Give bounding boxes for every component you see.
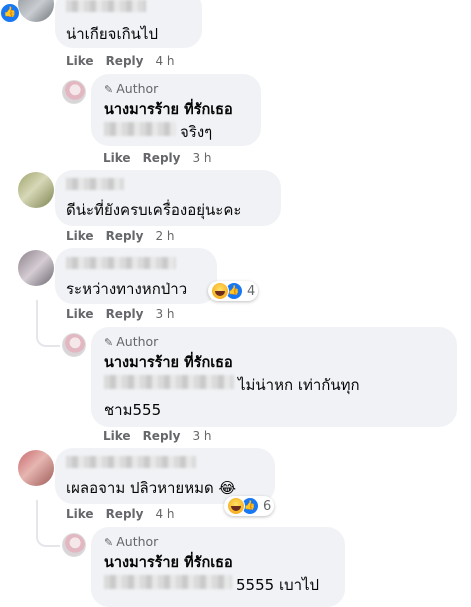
reply-actions: Like Reply 3 h [103, 151, 212, 165]
timestamp[interactable]: 4 h [155, 507, 174, 521]
thumbs-up-icon: 👍 [0, 2, 20, 23]
blurred-commenter-name [66, 178, 124, 190]
reply-author-name[interactable]: นางมารร้าย ที่รักเธอ [104, 551, 233, 574]
timestamp[interactable]: 2 h [155, 229, 174, 243]
timestamp[interactable]: 3 h [155, 307, 174, 321]
reply-link[interactable]: Reply [106, 229, 144, 243]
reply-text: จริงๆ [180, 123, 213, 141]
pencil-icon: ✎ [104, 336, 114, 349]
comment-actions: Like Reply 2 h [66, 229, 175, 243]
reaction-count: 4 [247, 283, 256, 299]
thread-connector [36, 300, 60, 347]
like-link[interactable]: Like [103, 151, 131, 165]
comment-actions: Like Reply 4 h [66, 54, 175, 68]
reaction-count: 6 [263, 498, 272, 514]
laughing-face-icon [211, 282, 229, 300]
timestamp[interactable]: 3 h [192, 151, 211, 165]
author-badge: ✎ Author [104, 534, 159, 549]
author-avatar[interactable] [62, 80, 86, 104]
reply-author-name[interactable]: นางมารร้าย ที่รักเธอ [104, 98, 233, 121]
reaction-summary[interactable]: 👍 6 [224, 496, 275, 516]
author-badge: ✎ Author [104, 81, 159, 96]
pencil-icon: ✎ [104, 536, 114, 549]
comment-text: เผลอจาม ปลิวหายหมด 😂 [66, 479, 237, 497]
like-link[interactable]: Like [103, 429, 131, 443]
author-avatar[interactable] [62, 333, 86, 357]
reply-author-name[interactable]: นางมารร้าย ที่รักเธอ [104, 351, 233, 374]
like-link[interactable]: Like [66, 229, 94, 243]
blurred-text [104, 375, 234, 389]
laughing-face-icon: 😂 [218, 479, 237, 497]
reply-link[interactable]: Reply [143, 429, 181, 443]
blurred-commenter-name [66, 456, 196, 468]
thread-connector [36, 500, 60, 547]
comment-text: น่าเกียจเกินไป [66, 25, 158, 43]
reply-link[interactable]: Reply [106, 54, 144, 68]
avatar[interactable] [18, 172, 54, 208]
author-badge: ✎ Author [104, 334, 159, 349]
laughing-face-icon [227, 497, 245, 515]
comment-text: ดีน่ะที่ยังครบเครื่องอยุ่นะคะ [66, 201, 242, 219]
timestamp[interactable]: 3 h [192, 429, 211, 443]
blurred-text [104, 575, 232, 589]
comment-actions: Like Reply 3 h [66, 307, 175, 321]
blurred-commenter-name [66, 0, 146, 12]
reply-text: 5555 เบาไป [236, 576, 320, 594]
like-link[interactable]: Like [66, 307, 94, 321]
reply-actions: Like Reply 3 h [103, 429, 212, 443]
reply-link[interactable]: Reply [106, 507, 144, 521]
thread-connector [36, 60, 56, 90]
comment-actions: Like Reply 4 h [66, 507, 175, 521]
avatar[interactable] [18, 0, 54, 22]
blurred-commenter-name [66, 257, 176, 269]
comment-text: ระหว่างทางหกป่าว [66, 280, 188, 298]
blurred-text [104, 122, 176, 136]
avatar[interactable] [18, 250, 54, 286]
like-link[interactable]: Like [66, 54, 94, 68]
reply-text-line2: ชาม555 [104, 401, 162, 419]
pencil-icon: ✎ [104, 83, 114, 96]
reply-link[interactable]: Reply [106, 307, 144, 321]
author-avatar[interactable] [62, 533, 86, 557]
reply-text-line1: ไม่น่าหก เท่ากันทุก [238, 376, 360, 394]
avatar[interactable] [18, 450, 54, 486]
reaction-summary[interactable]: 👍 4 [208, 281, 259, 301]
reply-link[interactable]: Reply [143, 151, 181, 165]
like-link[interactable]: Like [66, 507, 94, 521]
timestamp[interactable]: 4 h [155, 54, 174, 68]
